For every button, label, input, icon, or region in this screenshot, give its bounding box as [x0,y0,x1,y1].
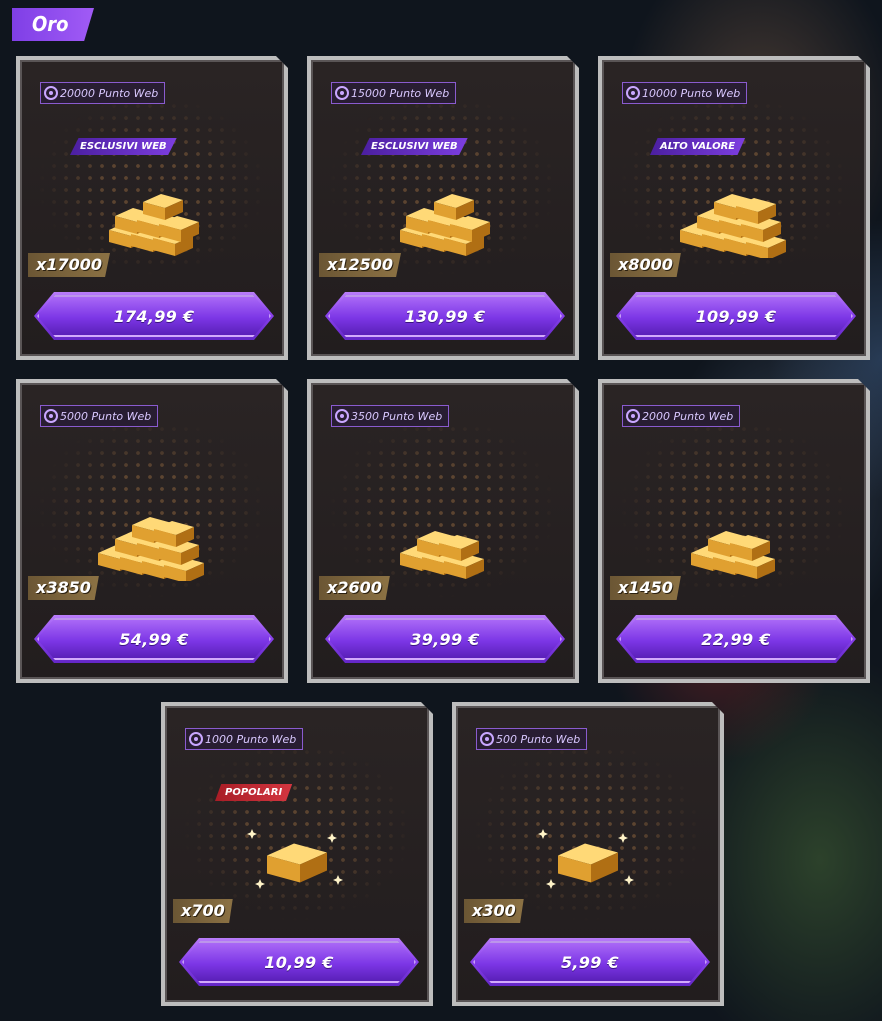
gold-pack-card[interactable]: 1000 Punto Web POPOLARI x700 10,99 € [161,702,433,1006]
web-point-icon [626,409,640,423]
buy-button[interactable]: 22,99 € [616,615,856,663]
buy-button[interactable]: 54,99 € [34,615,274,663]
web-point-icon [480,732,494,746]
gold-pack-card[interactable]: 5000 Punto Web x3850 54,99 € [16,379,288,683]
gold-bars-icon [109,194,199,256]
web-points-label: 20000 Punto Web [60,86,159,100]
web-points-badge: 5000 Punto Web [40,405,159,427]
web-points-label: 10000 Punto Web [642,86,741,100]
sparkle-icon [327,833,337,843]
pack-quantity: x700 [173,899,233,923]
sparkle-icon [618,833,628,843]
gold-pack-card[interactable]: 3500 Punto Web x2600 39,99 € [307,379,579,683]
pack-tag: ESCLUSIVI WEB [361,138,468,155]
web-points-badge: 15000 Punto Web [331,82,457,104]
buy-button[interactable]: 130,99 € [325,292,565,340]
gold-bars-icon [538,829,634,889]
web-point-icon [189,732,203,746]
web-points-label: 1000 Punto Web [205,732,297,746]
gold-bars-icon [400,194,490,256]
web-points-label: 5000 Punto Web [60,409,152,423]
price-label: 39,99 € [410,629,480,649]
web-points-badge: 3500 Punto Web [331,405,450,427]
gold-pack-card[interactable]: 2000 Punto Web x1450 22,99 € [598,379,870,683]
web-points-label: 15000 Punto Web [351,86,450,100]
gold-pack-card[interactable]: 15000 Punto Web ESCLUSIVI WEB x12500 130… [307,56,579,360]
web-points-badge: 1000 Punto Web [185,728,304,750]
pack-tag: POPOLARI [215,784,293,801]
buy-button[interactable]: 109,99 € [616,292,856,340]
buy-button[interactable]: 174,99 € [34,292,274,340]
gold-bars-icon [680,194,786,258]
web-point-icon [44,86,58,100]
price-label: 10,99 € [264,952,334,972]
pack-quantity: x2600 [319,576,390,600]
pack-quantity: x12500 [319,253,401,277]
web-points-label: 500 Punto Web [496,732,581,746]
web-point-icon [626,86,640,100]
web-point-icon [335,409,349,423]
sparkle-icon [247,829,257,839]
section-title: Oro [12,8,94,41]
price-label: 130,99 € [404,306,486,326]
web-points-label: 2000 Punto Web [642,409,734,423]
web-points-badge: 500 Punto Web [476,728,588,750]
price-label: 5,99 € [561,952,619,972]
price-label: 54,99 € [119,629,189,649]
price-label: 174,99 € [113,306,195,326]
buy-button[interactable]: 39,99 € [325,615,565,663]
gold-pack-card[interactable]: 10000 Punto Web ALTO VALORE x8000 109,99… [598,56,870,360]
pack-quantity: x8000 [610,253,681,277]
web-points-label: 3500 Punto Web [351,409,443,423]
sparkle-icon [255,879,265,889]
web-points-badge: 10000 Punto Web [622,82,748,104]
gold-pack-card[interactable]: 20000 Punto Web ESCLUSIVI WEB x17000 174… [16,56,288,360]
pack-quantity: x3850 [28,576,99,600]
sparkle-icon [333,875,343,885]
web-points-badge: 20000 Punto Web [40,82,166,104]
price-label: 22,99 € [701,629,771,649]
gold-pack-card[interactable]: 500 Punto Web x300 5,99 € [452,702,724,1006]
pack-tag: ESCLUSIVI WEB [70,138,177,155]
sparkle-icon [624,875,634,885]
pack-quantity: x300 [464,899,524,923]
price-label: 109,99 € [695,306,777,326]
gold-bars-icon [247,829,343,889]
gold-bars-icon [400,531,484,579]
pack-tag: ALTO VALORE [650,138,746,155]
web-point-icon [44,409,58,423]
buy-button[interactable]: 10,99 € [179,938,419,986]
pack-quantity: x1450 [610,576,681,600]
sparkle-icon [538,829,548,839]
gold-bars-icon [98,517,204,581]
buy-button[interactable]: 5,99 € [470,938,710,986]
pack-quantity: x17000 [28,253,110,277]
gold-bars-icon [691,531,775,579]
web-point-icon [335,86,349,100]
sparkle-icon [546,879,556,889]
web-points-badge: 2000 Punto Web [622,405,741,427]
